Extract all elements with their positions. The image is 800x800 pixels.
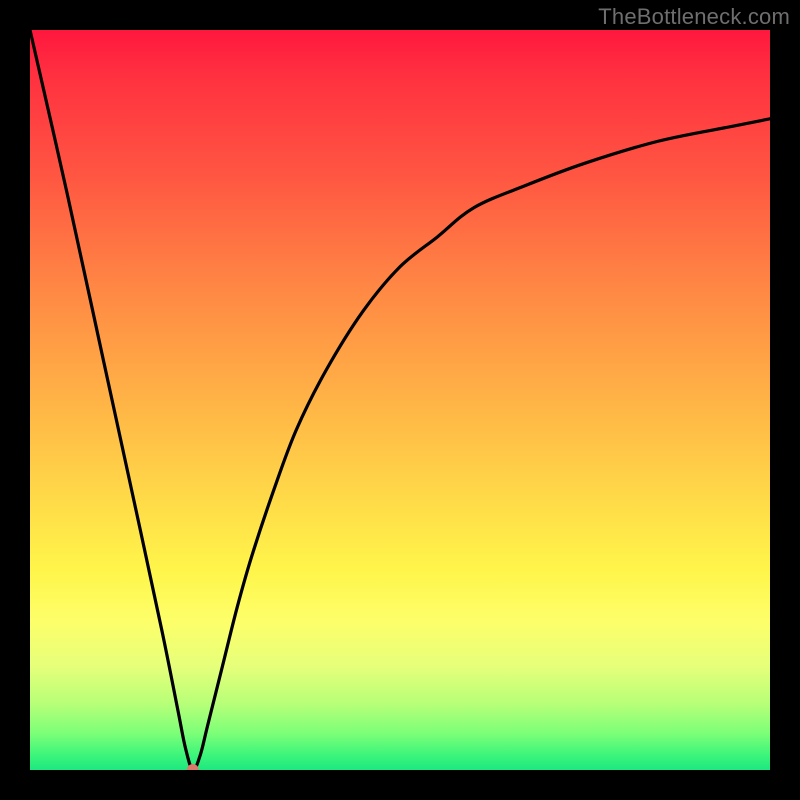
chart-svg	[30, 30, 770, 770]
bottleneck-curve	[30, 30, 770, 770]
chart-frame: TheBottleneck.com	[0, 0, 800, 800]
plot-area	[30, 30, 770, 770]
watermark-label: TheBottleneck.com	[598, 4, 790, 30]
